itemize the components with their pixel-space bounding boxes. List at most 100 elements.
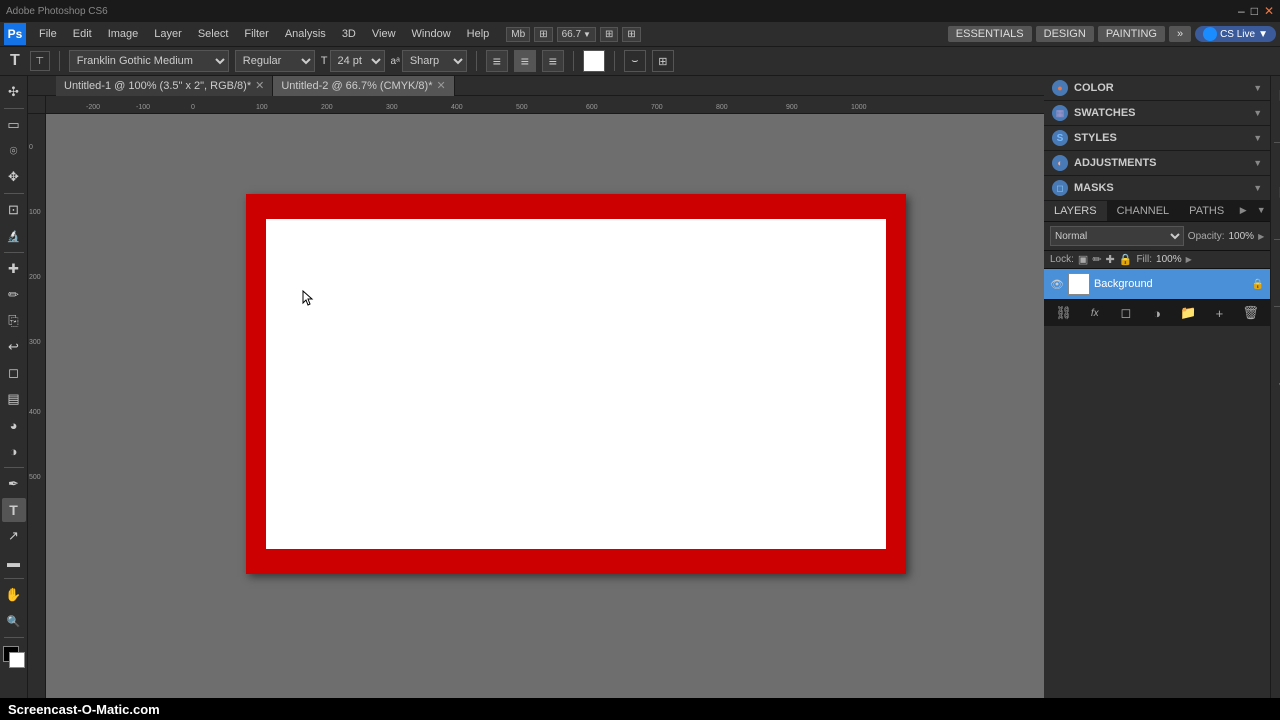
color-collapse-arrow[interactable]: ▼ xyxy=(1253,83,1262,93)
opacity-value[interactable]: 100% xyxy=(1228,231,1254,242)
crop-tool[interactable]: ⊡ xyxy=(2,198,26,222)
hand-tool[interactable]: ✋ xyxy=(2,583,26,607)
workspace-design[interactable]: DESIGN xyxy=(1036,26,1094,42)
align-left-btn[interactable]: ≡ xyxy=(486,50,508,72)
font-size-container[interactable]: T 24 pt xyxy=(321,50,385,72)
eyedropper-tool[interactable]: 🔬 xyxy=(2,224,26,248)
swatches-collapse-arrow[interactable]: ▼ xyxy=(1253,108,1262,118)
menu-help[interactable]: Help xyxy=(460,26,497,42)
delete-layer-btn[interactable]: 🗑 xyxy=(1237,304,1264,322)
styles-panel-header[interactable]: STYLES ▼ xyxy=(1044,126,1270,150)
masks-icon-btn[interactable]: ◻ xyxy=(1271,274,1280,302)
doc-tab-2[interactable]: Untitled-2 @ 66.7% (CMYK/8)* ✕ xyxy=(273,76,454,96)
move-tool[interactable]: ✣ xyxy=(2,80,26,104)
color-swatches[interactable] xyxy=(3,646,25,668)
menu-filter[interactable]: Filter xyxy=(237,26,275,42)
dodge-tool[interactable]: ◑ xyxy=(2,439,26,463)
font-family-select[interactable]: Franklin Gothic Medium xyxy=(69,50,229,72)
layers-expand-btn[interactable]: ▶ xyxy=(1234,201,1252,219)
tab-paths[interactable]: PATHS xyxy=(1179,201,1234,221)
gradient-tool[interactable]: ▤ xyxy=(2,387,26,411)
align-right-btn[interactable]: ≡ xyxy=(542,50,564,72)
channels-icon-btn[interactable]: ⊟ xyxy=(1271,341,1280,369)
zoom-tool[interactable]: 🔍 xyxy=(2,609,26,633)
menu-analysis[interactable]: Analysis xyxy=(278,26,333,42)
shape-tool[interactable]: ▬ xyxy=(2,550,26,574)
blur-tool[interactable]: ◕ xyxy=(2,413,26,437)
brush-presets[interactable]: ⊞ xyxy=(534,27,552,42)
quick-select-tool[interactable]: ✥ xyxy=(2,165,26,189)
pen-tool[interactable]: ✒ xyxy=(2,472,26,496)
color-icon-btn[interactable]: ● xyxy=(1271,147,1280,175)
fill-arrow[interactable]: ▶ xyxy=(1186,255,1192,264)
clone-tool[interactable]: ⎘ xyxy=(2,309,26,333)
mode-button[interactable]: Mb xyxy=(506,27,530,42)
brush-tool[interactable]: ✏ xyxy=(2,283,26,307)
add-group-btn[interactable]: 📁 xyxy=(1175,304,1202,322)
add-mask-btn[interactable]: ◻ xyxy=(1112,304,1139,322)
workspace-more[interactable]: » xyxy=(1169,26,1191,42)
tab-channel[interactable]: CHANNEL xyxy=(1107,201,1180,221)
adjustments-collapse-arrow[interactable]: ▼ xyxy=(1253,158,1262,168)
blend-mode-select[interactable]: Normal xyxy=(1050,226,1184,246)
opacity-arrow[interactable]: ▶ xyxy=(1258,232,1264,241)
lock-move-btn[interactable]: ✚ xyxy=(1106,253,1115,266)
menu-select[interactable]: Select xyxy=(191,26,236,42)
tab-layers[interactable]: LAYERS xyxy=(1044,201,1107,221)
workspace-painting[interactable]: PAINTING xyxy=(1098,26,1165,42)
maximize-btn[interactable]: □ xyxy=(1251,4,1258,18)
histogram-icon-btn[interactable]: ▦ xyxy=(1271,80,1280,108)
add-adjustment-btn[interactable]: ◑ xyxy=(1144,304,1171,322)
color-panel-header[interactable]: COLOR ▼ xyxy=(1044,76,1270,100)
layers-icon-btn[interactable]: ≡ xyxy=(1271,311,1280,339)
window-controls[interactable]: – □ ✕ xyxy=(1238,4,1274,18)
menu-3d[interactable]: 3D xyxy=(335,26,363,42)
lock-brush-btn[interactable]: ✏ xyxy=(1092,253,1101,266)
masks-collapse-arrow[interactable]: ▼ xyxy=(1253,183,1262,193)
fx-btn[interactable]: fx xyxy=(1081,304,1108,322)
info-icon-btn[interactable]: ℹ xyxy=(1271,110,1280,138)
antialias-select[interactable]: Sharp xyxy=(402,50,467,72)
history-tool[interactable]: ↩ xyxy=(2,335,26,359)
menu-file[interactable]: File xyxy=(32,26,64,42)
new-layer-btn[interactable]: + xyxy=(1206,304,1233,322)
type-align-icon[interactable]: ⊤ xyxy=(30,51,50,71)
layer-visibility-eye[interactable]: 👁 xyxy=(1050,278,1064,291)
path-select-tool[interactable]: ↗ xyxy=(2,524,26,548)
antialias-container[interactable]: aᵃ Sharp xyxy=(391,50,467,72)
layout-btn[interactable]: ⊞ xyxy=(600,27,618,42)
menu-window[interactable]: Window xyxy=(405,26,458,42)
workspace-essentials[interactable]: ESSENTIALS xyxy=(948,26,1032,42)
menu-image[interactable]: Image xyxy=(101,26,146,42)
cs-live-btn[interactable]: CS Live ▼ xyxy=(1195,26,1276,42)
fill-value[interactable]: 100% xyxy=(1156,254,1182,265)
swatches-icon-btn[interactable]: ▦ xyxy=(1271,177,1280,205)
char-panel-btn[interactable]: ⊞ xyxy=(652,50,674,72)
warp-btn[interactable]: ⌣ xyxy=(624,50,646,72)
layers-collapse-btn[interactable]: ▼ xyxy=(1252,201,1270,219)
menu-view[interactable]: View xyxy=(365,26,403,42)
text-color-swatch[interactable] xyxy=(583,50,605,72)
masks-panel-header[interactable]: MASKS ▼ xyxy=(1044,176,1270,200)
lock-pixel-btn[interactable]: ▣ xyxy=(1078,253,1088,266)
doc-tab-1-close[interactable]: ✕ xyxy=(255,79,264,92)
healing-tool[interactable]: ✚ xyxy=(2,257,26,281)
select-rect-tool[interactable]: ▭ xyxy=(2,113,26,137)
adjustments-panel-header[interactable]: ADJUSTMENTS ▼ xyxy=(1044,151,1270,175)
styles-icon-btn[interactable]: S xyxy=(1271,207,1280,235)
background-color[interactable] xyxy=(9,652,25,668)
close-btn[interactable]: ✕ xyxy=(1264,4,1274,18)
styles-collapse-arrow[interactable]: ▼ xyxy=(1253,133,1262,143)
menu-layer[interactable]: Layer xyxy=(147,26,189,42)
arrange-btn[interactable]: ⊞ xyxy=(622,27,640,42)
align-center-btn[interactable]: ≡ xyxy=(514,50,536,72)
layer-row-background[interactable]: 👁 Background 🔒 xyxy=(1044,269,1270,299)
swatches-panel-header[interactable]: SWATCHES ▼ xyxy=(1044,101,1270,125)
type-tool[interactable]: T xyxy=(2,498,26,522)
font-size-select[interactable]: 24 pt xyxy=(330,50,385,72)
eraser-tool[interactable]: ◻ xyxy=(2,361,26,385)
adjustments-icon-btn[interactable]: ◐ xyxy=(1271,244,1280,272)
link-layers-btn[interactable]: ⛓ xyxy=(1050,304,1077,322)
minimize-btn[interactable]: – xyxy=(1238,4,1245,18)
doc-tab-2-close[interactable]: ✕ xyxy=(437,79,446,92)
